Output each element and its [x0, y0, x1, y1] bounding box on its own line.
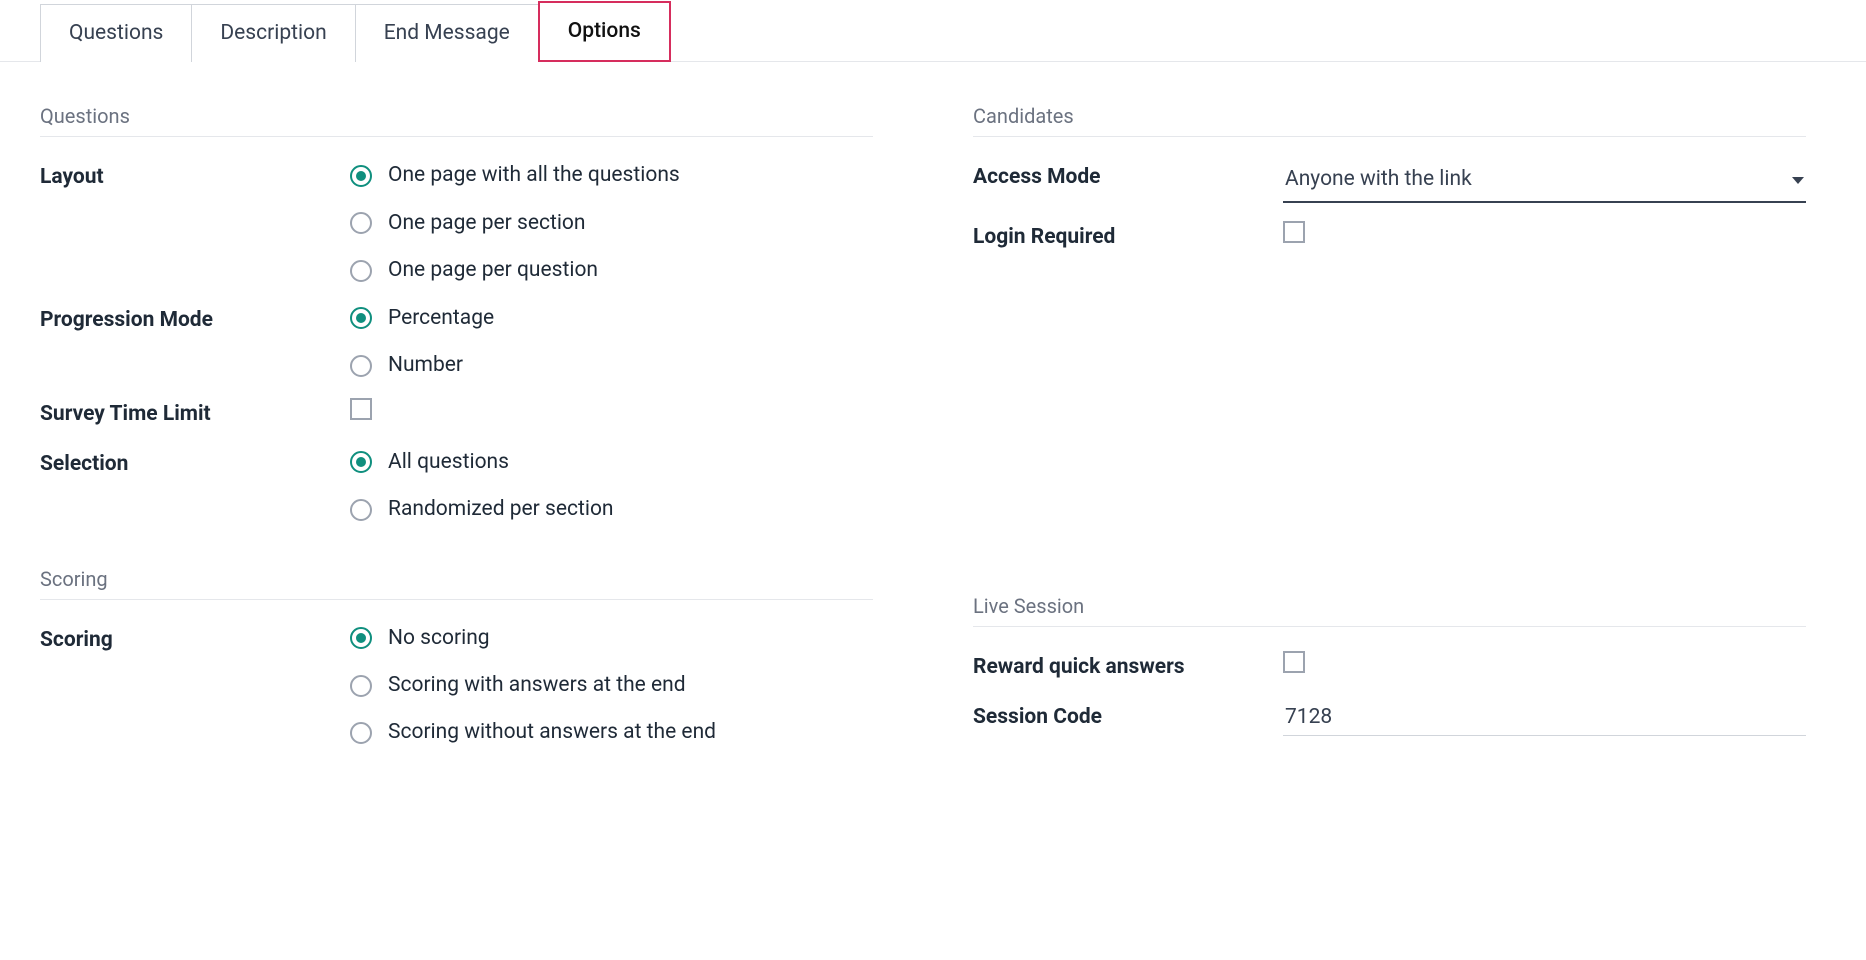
- label-access-mode: Access Mode: [973, 161, 1283, 192]
- radio-label: One page per section: [388, 209, 586, 238]
- tab-end-message[interactable]: End Message: [355, 4, 539, 62]
- radio-group-scoring: No scoring Scoring with answers at the e…: [350, 624, 873, 748]
- radio-icon: [350, 165, 372, 187]
- radio-label: Scoring with answers at the end: [388, 671, 686, 700]
- options-panel: Questions Layout One page with all the q…: [0, 62, 1866, 827]
- section-candidates: Candidates Access Mode Anyone with the l…: [973, 102, 1806, 252]
- label-progression-mode: Progression Mode: [40, 304, 350, 335]
- section-title-candidates: Candidates: [973, 102, 1806, 137]
- radio-group-selection: All questions Randomized per section: [350, 448, 873, 525]
- field-reward-quick: Reward quick answers: [973, 651, 1806, 682]
- field-login-required: Login Required: [973, 221, 1806, 252]
- radio-label: One page with all the questions: [388, 161, 680, 190]
- radio-selection-random[interactable]: Randomized per section: [350, 495, 873, 524]
- tab-options[interactable]: Options: [538, 1, 671, 62]
- radio-icon: [350, 212, 372, 234]
- spacer: [973, 292, 1806, 592]
- tabs: Questions Description End Message Option…: [0, 0, 1866, 62]
- radio-icon: [350, 307, 372, 329]
- radio-layout-per-section[interactable]: One page per section: [350, 209, 873, 238]
- right-column: Candidates Access Mode Anyone with the l…: [973, 102, 1806, 787]
- radio-label: No scoring: [388, 624, 490, 653]
- radio-label: Number: [388, 351, 463, 380]
- radio-scoring-without-answers[interactable]: Scoring without answers at the end: [350, 718, 873, 747]
- label-reward-quick: Reward quick answers: [973, 651, 1283, 682]
- label-login-required: Login Required: [973, 221, 1283, 252]
- field-layout: Layout One page with all the questions O…: [40, 161, 873, 285]
- section-title-scoring: Scoring: [40, 565, 873, 600]
- section-questions: Questions Layout One page with all the q…: [40, 102, 873, 524]
- tab-description[interactable]: Description: [191, 4, 355, 62]
- radio-label: One page per question: [388, 256, 598, 285]
- tab-questions[interactable]: Questions: [40, 4, 192, 62]
- left-column: Questions Layout One page with all the q…: [40, 102, 873, 787]
- radio-scoring-none[interactable]: No scoring: [350, 624, 873, 653]
- input-session-code[interactable]: [1283, 701, 1806, 736]
- radio-icon: [350, 355, 372, 377]
- checkbox-login-required[interactable]: [1283, 221, 1305, 243]
- radio-icon: [350, 260, 372, 282]
- field-access-mode: Access Mode Anyone with the link: [973, 161, 1806, 202]
- label-time-limit: Survey Time Limit: [40, 398, 350, 429]
- radio-label: Percentage: [388, 304, 494, 333]
- radio-progression-percentage[interactable]: Percentage: [350, 304, 873, 333]
- field-progression-mode: Progression Mode Percentage Number: [40, 304, 873, 381]
- radio-layout-one-page-all[interactable]: One page with all the questions: [350, 161, 873, 190]
- radio-selection-all[interactable]: All questions: [350, 448, 873, 477]
- field-time-limit: Survey Time Limit: [40, 398, 873, 429]
- radio-icon: [350, 675, 372, 697]
- label-scoring: Scoring: [40, 624, 350, 655]
- section-scoring: Scoring Scoring No scoring Scoring with …: [40, 565, 873, 748]
- radio-group-progression: Percentage Number: [350, 304, 873, 381]
- checkbox-reward-quick[interactable]: [1283, 651, 1305, 673]
- radio-layout-per-question[interactable]: One page per question: [350, 256, 873, 285]
- section-title-live-session: Live Session: [973, 592, 1806, 627]
- radio-icon: [350, 499, 372, 521]
- checkbox-time-limit[interactable]: [350, 398, 372, 420]
- label-layout: Layout: [40, 161, 350, 192]
- field-scoring: Scoring No scoring Scoring with answers …: [40, 624, 873, 748]
- radio-label: All questions: [388, 448, 509, 477]
- radio-group-layout: One page with all the questions One page…: [350, 161, 873, 285]
- radio-icon: [350, 627, 372, 649]
- chevron-down-icon: [1792, 177, 1804, 184]
- radio-icon: [350, 451, 372, 473]
- select-access-mode[interactable]: Anyone with the link: [1283, 161, 1806, 202]
- field-session-code: Session Code: [973, 701, 1806, 736]
- radio-scoring-with-answers[interactable]: Scoring with answers at the end: [350, 671, 873, 700]
- label-selection: Selection: [40, 448, 350, 479]
- radio-label: Scoring without answers at the end: [388, 718, 716, 747]
- radio-icon: [350, 722, 372, 744]
- field-selection: Selection All questions Randomized per s…: [40, 448, 873, 525]
- radio-label: Randomized per section: [388, 495, 614, 524]
- select-value: Anyone with the link: [1285, 165, 1472, 194]
- section-live-session: Live Session Reward quick answers Sessio…: [973, 592, 1806, 735]
- label-session-code: Session Code: [973, 701, 1283, 732]
- radio-progression-number[interactable]: Number: [350, 351, 873, 380]
- section-title-questions: Questions: [40, 102, 873, 137]
